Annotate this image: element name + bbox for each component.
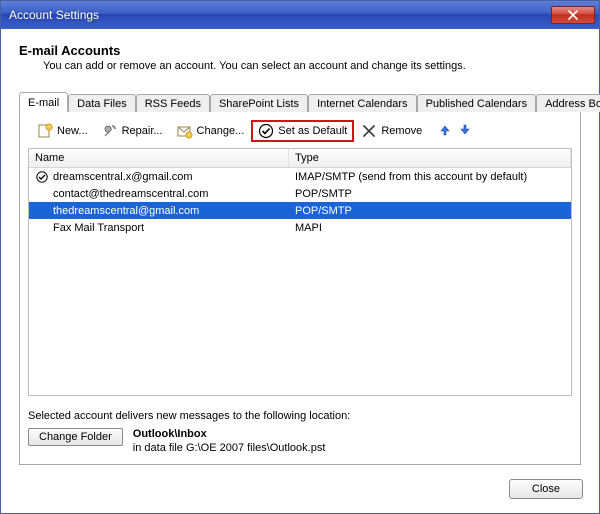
set-default-button[interactable]: Set as Default [251,120,354,142]
change-button[interactable]: Change... [170,120,252,142]
list-header: Name Type [29,149,571,168]
arrow-up-icon [439,125,451,139]
page-heading: E-mail Accounts [19,43,581,58]
change-icon [177,123,193,139]
move-down-button[interactable] [455,124,475,139]
tab-data-files[interactable]: Data Files [68,94,136,112]
titlebar: Account Settings [1,1,599,29]
toolbar: New... Repair... Change... [28,120,572,148]
remove-button[interactable]: Remove [354,120,429,142]
tab-published-calendars[interactable]: Published Calendars [417,94,537,112]
repair-button[interactable]: Repair... [95,120,170,142]
new-icon [37,123,53,139]
close-button[interactable]: Close [509,479,583,499]
close-icon [568,10,578,20]
window-title: Account Settings [9,8,551,22]
tab-internet-calendars[interactable]: Internet Calendars [308,94,417,112]
repair-label: Repair... [122,125,163,137]
change-folder-button[interactable]: Change Folder [28,428,123,446]
delivery-row: Change Folder Outlook\Inbox in data file… [28,428,572,454]
tab-strip: E-mail Data Files RSS Feeds SharePoint L… [19,90,581,112]
delivery-location-main: Outlook\Inbox [133,428,326,440]
list-item[interactable]: Fax Mail Transport MAPI [29,219,571,236]
delivery-label: Selected account delivers new messages t… [28,410,572,422]
set-default-label: Set as Default [278,125,347,137]
remove-icon [361,123,377,139]
dialog-body: E-mail Accounts You can add or remove an… [1,29,599,475]
delivery-location: Outlook\Inbox in data file G:\OE 2007 fi… [133,428,326,454]
list-item[interactable]: thedreamscentral@gmail.com POP/SMTP [29,202,571,219]
account-type: IMAP/SMTP (send from this account by def… [289,171,571,183]
remove-label: Remove [381,125,422,137]
account-type: POP/SMTP [289,205,571,217]
account-type: MAPI [289,222,571,234]
tab-address-books[interactable]: Address Books [536,94,600,112]
check-circle-icon [258,123,274,139]
move-up-button[interactable] [435,124,455,139]
change-label: Change... [197,125,245,137]
list-body: dreamscentral.x@gmail.com IMAP/SMTP (sen… [29,168,571,395]
account-settings-window: Account Settings E-mail Accounts You can… [0,0,600,514]
list-item[interactable]: contact@thedreamscentral.com POP/SMTP [29,185,571,202]
column-name[interactable]: Name [29,149,289,167]
account-list: Name Type dreamscentral.x@gmail.com IMAP… [28,148,572,396]
column-type[interactable]: Type [289,149,571,167]
repair-icon [102,123,118,139]
account-name: contact@thedreamscentral.com [53,188,208,200]
list-item[interactable]: dreamscentral.x@gmail.com IMAP/SMTP (sen… [29,168,571,185]
tab-email[interactable]: E-mail [19,92,68,112]
account-type: POP/SMTP [289,188,571,200]
new-label: New... [57,125,88,137]
account-name: Fax Mail Transport [53,222,144,234]
page-subheading: You can add or remove an account. You ca… [43,60,581,72]
new-button[interactable]: New... [30,120,95,142]
tab-body: New... Repair... Change... [19,112,581,465]
account-name: dreamscentral.x@gmail.com [53,171,193,183]
arrow-down-icon [459,125,471,139]
default-check-icon [35,171,49,183]
bottom-bar: Close [1,475,599,513]
delivery-location-detail: in data file G:\OE 2007 files\Outlook.ps… [133,442,326,454]
window-close-button[interactable] [551,6,595,24]
account-name: thedreamscentral@gmail.com [53,205,199,217]
tab-rss-feeds[interactable]: RSS Feeds [136,94,210,112]
tab-sharepoint-lists[interactable]: SharePoint Lists [210,94,308,112]
